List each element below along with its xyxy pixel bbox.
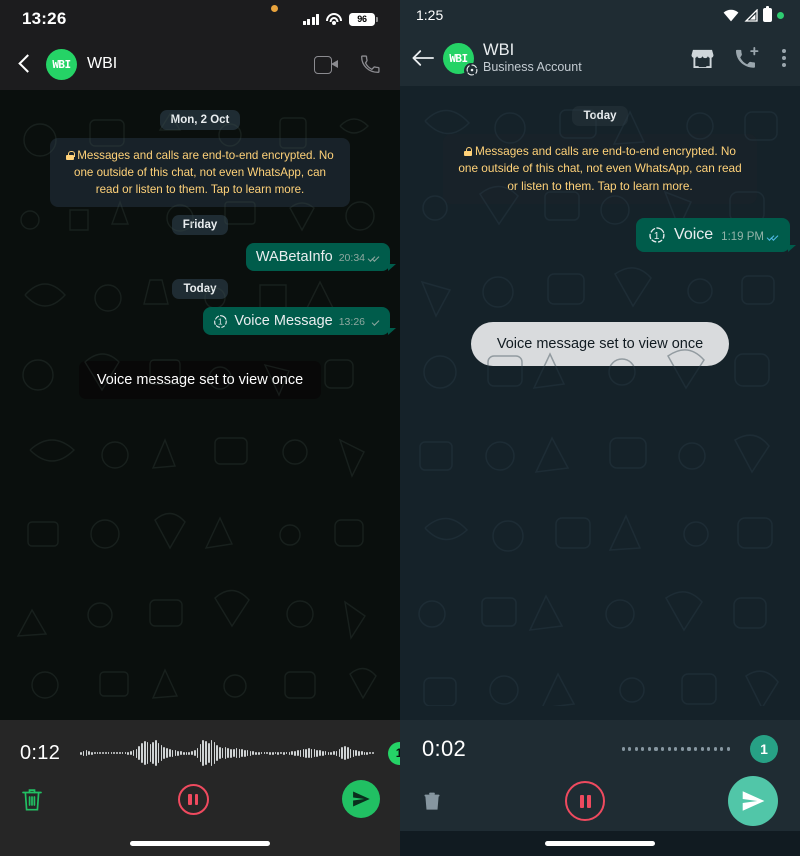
- back-chevron-icon[interactable]: [14, 53, 36, 75]
- encryption-notice[interactable]: Messages and calls are end-to-end encryp…: [400, 134, 800, 205]
- ios-voice-recorder-bar: 0:12 1: [0, 720, 400, 831]
- back-arrow-icon[interactable]: [412, 49, 434, 67]
- message-text: Voice: [674, 226, 714, 244]
- day-divider-label: Mon, 2 Oct: [159, 110, 241, 130]
- android-whatsapp-screen: 1:25 WBI WBI Business Account Today Mess…: [400, 0, 800, 856]
- read-receipt-icon: [766, 232, 780, 242]
- message-row: WABetaInfo 20:34: [0, 243, 400, 272]
- cellular-signal-icon: [744, 8, 758, 22]
- recording-waveform: [80, 739, 374, 767]
- encryption-notice[interactable]: Messages and calls are end-to-end encryp…: [0, 138, 400, 208]
- message-text: WABetaInfo: [255, 249, 333, 266]
- ios-status-bar: 13:26 96: [0, 0, 400, 38]
- recording-elapsed-time: 0:12: [20, 741, 61, 764]
- message-timestamp: 1:19 PM: [721, 231, 764, 244]
- outgoing-voice-message-bubble[interactable]: 1 Voice Message 13:26: [203, 307, 396, 336]
- send-icon: [742, 791, 765, 811]
- message-row: 1 Voice Message 13:26: [0, 307, 400, 336]
- lock-icon: [464, 147, 473, 156]
- pause-button[interactable]: [177, 783, 209, 815]
- storefront-icon[interactable]: [691, 48, 714, 69]
- day-divider-label: Friday: [171, 215, 229, 236]
- wifi-icon: [723, 9, 739, 21]
- dual-screenshot-comparison: 13:26 96 WBI WBI Mon, 2 Oct Messages and…: [0, 0, 800, 856]
- lock-icon: [66, 151, 75, 160]
- overflow-menu-icon[interactable]: [780, 47, 786, 70]
- svg-text:1: 1: [218, 318, 223, 327]
- outgoing-message-bubble[interactable]: WABetaInfo 20:34: [245, 243, 397, 272]
- encryption-notice-text: Messages and calls are end-to-end encryp…: [74, 149, 334, 197]
- read-receipt-icon: [367, 254, 381, 263]
- message-row: 1 Voice 1:19 PM: [400, 218, 800, 253]
- avatar-initials: WBI: [449, 51, 468, 65]
- wifi-icon: [326, 13, 342, 25]
- view-once-toast: Voice message set to view once: [470, 322, 730, 367]
- battery-icon: [763, 5, 772, 22]
- android-home-indicator-area: [400, 831, 800, 856]
- ios-home-indicator-area: [0, 831, 400, 856]
- android-chat-area: Today Messages and calls are end-to-end …: [400, 86, 800, 720]
- day-divider: Today: [0, 279, 400, 300]
- contact-name[interactable]: WBI: [87, 55, 304, 73]
- send-button[interactable]: [728, 776, 778, 826]
- view-once-toggle-badge[interactable]: 1: [387, 741, 400, 765]
- video-call-icon[interactable]: [314, 56, 338, 74]
- day-divider: Today: [400, 106, 800, 126]
- add-call-icon[interactable]: [735, 47, 759, 69]
- trash-icon[interactable]: [422, 789, 442, 813]
- home-indicator[interactable]: [130, 841, 270, 846]
- status-bar-time: 1:25: [416, 7, 444, 23]
- toast-container: Voice message set to view once: [0, 361, 400, 400]
- recording-waveform: [482, 735, 736, 763]
- business-verified-icon: [464, 62, 479, 78]
- view-once-toast: Voice message set to view once: [78, 361, 322, 400]
- voice-call-icon[interactable]: [360, 54, 380, 74]
- android-voice-recorder-bar: 0:02 1: [400, 720, 800, 831]
- message-timestamp: 20:34: [338, 252, 365, 265]
- view-once-icon: 1: [648, 226, 666, 244]
- avatar[interactable]: WBI: [443, 42, 479, 78]
- android-chat-header: WBI WBI Business Account: [400, 30, 800, 86]
- day-divider-label: Today: [572, 106, 628, 126]
- home-indicator[interactable]: [545, 841, 655, 846]
- avatar[interactable]: WBI: [46, 48, 77, 80]
- recording-indicator-dot: [777, 11, 784, 19]
- day-divider: Friday: [0, 215, 400, 236]
- svg-text:1: 1: [654, 231, 660, 242]
- message-text: Voice Message: [234, 313, 333, 330]
- pause-button[interactable]: [565, 781, 605, 821]
- send-button[interactable]: [342, 780, 380, 818]
- day-divider-label: Today: [172, 279, 228, 300]
- recording-indicator-dot: [271, 5, 278, 12]
- send-icon: [353, 791, 370, 807]
- status-bar-time: 13:26: [22, 9, 67, 28]
- day-divider: Mon, 2 Oct: [0, 110, 400, 130]
- cellular-bars-icon: [302, 13, 319, 25]
- android-status-bar: 1:25: [400, 0, 800, 30]
- view-once-icon: 1: [213, 314, 228, 329]
- outgoing-voice-message-bubble[interactable]: 1 Voice 1:19 PM: [636, 218, 796, 253]
- read-receipt-icon: [368, 318, 381, 327]
- ios-chat-area: Mon, 2 Oct Messages and calls are end-to…: [0, 90, 400, 720]
- battery-percent-label: 96: [349, 12, 375, 26]
- battery-icon: 96: [349, 12, 378, 26]
- contact-name[interactable]: WBI: [483, 41, 682, 59]
- ios-chat-header: WBI WBI: [0, 38, 400, 90]
- trash-icon[interactable]: [20, 786, 44, 813]
- avatar-initials: WBI: [52, 57, 71, 71]
- contact-subtitle[interactable]: Business Account: [483, 60, 682, 74]
- toast-container: Voice message set to view once: [400, 322, 800, 367]
- message-timestamp: 13:26: [338, 316, 365, 329]
- recording-elapsed-time: 0:02: [422, 736, 467, 761]
- encryption-notice-text: Messages and calls are end-to-end encryp…: [458, 144, 742, 193]
- ios-whatsapp-screen: 13:26 96 WBI WBI Mon, 2 Oct Messages and…: [0, 0, 400, 856]
- view-once-toggle-badge[interactable]: 1: [750, 735, 778, 763]
